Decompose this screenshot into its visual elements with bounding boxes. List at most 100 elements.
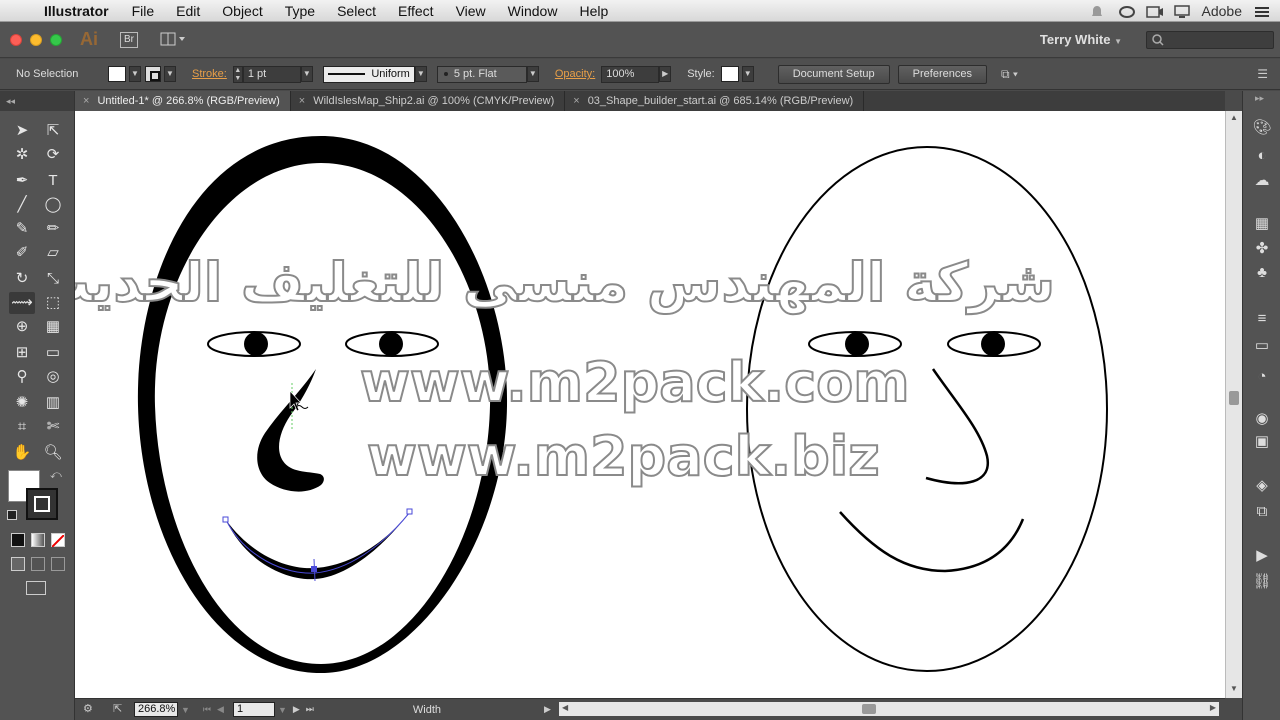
artboard-dropdown[interactable]: ▼ (278, 705, 287, 715)
menu-view[interactable]: View (445, 0, 497, 22)
menu-type[interactable]: Type (274, 0, 326, 22)
scroll-up-icon[interactable]: ▲ (1230, 113, 1238, 122)
stroke-label[interactable]: Stroke: (192, 68, 227, 80)
stroke-weight-field[interactable]: 1 pt (242, 65, 301, 83)
symbols-icon[interactable]: ♣ (1251, 263, 1273, 283)
pen-tool-icon[interactable]: ✒ (9, 170, 35, 192)
menu-object[interactable]: Object (211, 0, 273, 22)
anchor-point[interactable] (222, 516, 229, 523)
width-tool-icon[interactable]: ⟿ (9, 292, 35, 314)
tab-untitled-1[interactable]: × Untitled-1* @ 266.8% (RGB/Preview) (75, 91, 291, 111)
draw-inside-icon[interactable] (51, 557, 65, 571)
zoom-tool-icon[interactable]: 🔍︎ (40, 442, 66, 464)
bridge-button[interactable]: Br (120, 31, 138, 48)
swatches-icon[interactable]: ▦ (1251, 214, 1273, 234)
arrange-icon[interactable]: ⧉ ▾ (1001, 67, 1018, 82)
direct-selection-tool-icon[interactable]: ⇱ (40, 120, 66, 142)
vertical-scrollbar[interactable]: ▲ ▼ (1225, 111, 1242, 698)
fill-swatch[interactable] (108, 66, 126, 82)
minimize-window-button[interactable] (30, 33, 42, 46)
pencil-tool-icon[interactable]: ✏ (40, 218, 66, 240)
hand-tool-icon[interactable]: ✋ (9, 442, 35, 464)
stroke-weight-stepper[interactable]: ▲ ▼ (232, 65, 243, 83)
opacity-dropdown[interactable]: ▶ (659, 66, 672, 82)
color-mode-icon[interactable] (11, 533, 25, 547)
mesh-tool-icon[interactable]: ⊞ (9, 342, 35, 364)
screen-mode-icon[interactable] (26, 581, 46, 595)
symbol-sprayer-tool-icon[interactable]: ✺ (9, 392, 35, 414)
scale-tool-icon[interactable]: ⤡ (40, 268, 66, 290)
menu-window[interactable]: Window (497, 0, 569, 22)
none-mode-icon[interactable] (51, 533, 65, 548)
actions-icon[interactable]: ▶ (1251, 546, 1273, 566)
line-tool-icon[interactable]: ╱ (9, 194, 35, 216)
stroke-panel-icon[interactable]: ≡ (1251, 309, 1273, 329)
artboard-field[interactable]: 1 (232, 702, 275, 717)
color-panel-icon[interactable]: 🎨︎ (1251, 118, 1273, 138)
zoom-field[interactable]: 266.8% (134, 702, 178, 717)
lasso-tool-icon[interactable]: ⟳ (40, 144, 66, 166)
status-menu-arrow[interactable]: ▶ (544, 704, 551, 715)
scroll-right-icon[interactable]: ▶ (1210, 703, 1216, 712)
dock-collapse-icon[interactable]: ▸▸ (1255, 93, 1264, 104)
eyedropper-tool-icon[interactable]: ⚲ (9, 366, 35, 388)
artboard-tool-icon[interactable]: ⌗ (9, 416, 35, 438)
arrange-documents-button[interactable] (160, 32, 186, 48)
graphic-styles-icon[interactable]: ▣ (1251, 432, 1273, 452)
opacity-field[interactable]: 100% (601, 65, 660, 83)
last-artboard-icon[interactable]: ⏭ (306, 704, 314, 715)
appearance-icon[interactable]: ◉ (1251, 409, 1273, 429)
blob-brush-tool-icon[interactable]: ✐ (9, 242, 35, 264)
tab-wildislesmap[interactable]: × WildIslesMap_Ship2.ai @ 100% (CMYK/Pre… (291, 91, 566, 111)
menu-edit[interactable]: Edit (165, 0, 211, 22)
menu-file[interactable]: File (121, 0, 166, 22)
default-fill-stroke-icon[interactable] (7, 510, 17, 520)
left-face-mouth[interactable] (226, 512, 410, 580)
magic-wand-tool-icon[interactable]: ✲ (9, 144, 35, 166)
left-face-nose[interactable] (257, 369, 324, 492)
perspective-grid-tool-icon[interactable]: ▦ (40, 316, 66, 338)
column-graph-tool-icon[interactable]: ▥ (40, 392, 66, 414)
selection-tool-icon[interactable]: ➤ (9, 120, 35, 142)
shape-builder-tool-icon[interactable]: ⊕ (9, 316, 35, 338)
anchor-point[interactable] (406, 508, 413, 515)
next-artboard-icon[interactable]: ▶ (293, 704, 300, 715)
brush-dropdown[interactable]: ▼ (526, 66, 539, 82)
libraries-icon[interactable]: ☁ (1251, 171, 1273, 191)
scroll-down-icon[interactable]: ▼ (1230, 684, 1238, 693)
stroke-dropdown[interactable]: ▼ (164, 66, 176, 82)
list-icon[interactable] (1254, 5, 1270, 17)
first-artboard-icon[interactable]: ⏮ (203, 704, 211, 715)
draw-behind-icon[interactable] (31, 557, 45, 571)
gradient-panel-icon[interactable]: ▭ (1251, 336, 1273, 356)
slice-tool-icon[interactable]: ✄ (40, 416, 66, 438)
user-account[interactable]: Terry White ▼ (1040, 32, 1122, 47)
search-input[interactable] (1146, 30, 1274, 49)
opacity-label[interactable]: Opacity: (555, 68, 595, 80)
variable-width-profile[interactable]: Uniform (322, 65, 415, 83)
type-tool-icon[interactable]: T (40, 170, 66, 192)
stroke-swatch[interactable] (145, 66, 161, 82)
zoom-window-button[interactable] (50, 33, 62, 46)
close-icon[interactable]: × (299, 91, 305, 111)
gradient-tool-icon[interactable]: ▭ (40, 342, 66, 364)
free-transform-tool-icon[interactable]: ⬚ (40, 292, 66, 314)
panel-menu-icon[interactable]: ☰ (1257, 67, 1268, 81)
close-icon[interactable]: × (573, 91, 579, 111)
menu-app-name[interactable]: Illustrator (40, 3, 121, 19)
paintbrush-tool-icon[interactable]: ✎ (9, 218, 35, 240)
zoom-dropdown[interactable]: ▼ (181, 705, 190, 715)
right-face-nose[interactable] (925, 368, 990, 485)
bell-icon[interactable] (1090, 5, 1106, 17)
menu-select[interactable]: Select (326, 0, 387, 22)
scroll-left-icon[interactable]: ◀ (562, 703, 568, 712)
style-dropdown[interactable]: ▼ (741, 66, 754, 82)
horizontal-scroll-thumb[interactable] (862, 704, 876, 714)
horizontal-scrollbar[interactable]: ◀ ▶ (559, 702, 1219, 716)
vertical-scroll-thumb[interactable] (1229, 391, 1239, 405)
stroke-weight-dropdown[interactable]: ▼ (300, 66, 313, 82)
close-icon[interactable]: × (83, 91, 89, 111)
display-icon[interactable] (1173, 4, 1190, 18)
close-window-button[interactable] (10, 33, 22, 46)
tab-shape-builder-start[interactable]: × 03_Shape_builder_start.ai @ 685.14% (R… (565, 91, 865, 111)
